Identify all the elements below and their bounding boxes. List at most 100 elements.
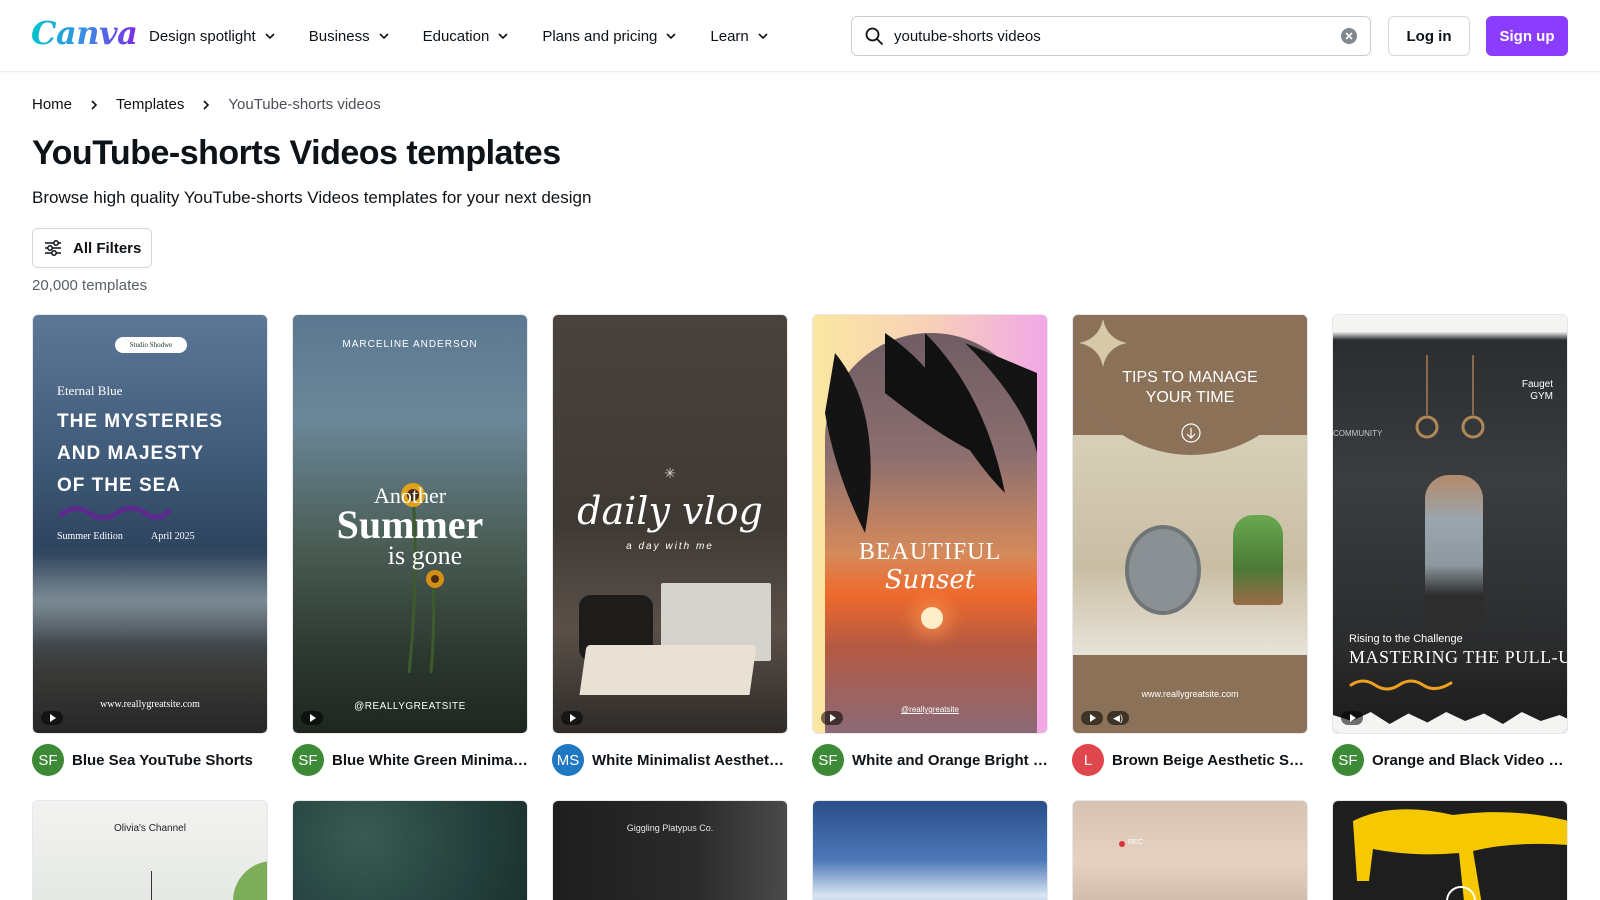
athlete-figure (1425, 475, 1483, 625)
template-thumbnail[interactable]: REC (1072, 800, 1308, 900)
template-card[interactable]: Giggling Platypus Co. (552, 800, 788, 900)
template-card[interactable]: Olivia's Channel (32, 800, 268, 900)
nav-plans-pricing[interactable]: Plans and pricing (542, 28, 677, 45)
card-meta: SF Blue Sea YouTube Shorts (32, 744, 268, 776)
search-bar (851, 16, 1371, 56)
volume-icon: ◀) (1107, 711, 1129, 725)
breadcrumb-templates[interactable]: Templates (116, 96, 184, 113)
template-card[interactable]: BEAUTIFUL Sunset @reallygreatsite SF Whi… (812, 314, 1048, 776)
rec-label: REC (1128, 839, 1143, 846)
date: April 2025 (151, 531, 195, 542)
template-card[interactable]: MARCELINE ANDERSON Another Summer is gon… (292, 314, 528, 776)
card-title[interactable]: White and Orange Bright aesthetic Sunset (852, 752, 1048, 769)
template-thumbnail[interactable]: BEAUTIFUL Sunset @reallygreatsite (812, 314, 1048, 734)
chevron-down-icon (666, 33, 676, 40)
gym-rings-illustration (1415, 355, 1485, 439)
card-meta: SF Blue White Green Minimalist Aesthetic (292, 744, 528, 776)
template-thumbnail[interactable]: Giggling Platypus Co. (552, 800, 788, 900)
template-thumbnail[interactable]: Olivia's Channel (32, 800, 268, 900)
avatar[interactable]: SF (1332, 744, 1364, 776)
star-shape (1079, 319, 1127, 367)
search-icon (865, 27, 883, 45)
chevron-down-icon (379, 33, 389, 40)
template-thumbnail[interactable] (292, 800, 528, 900)
template-thumbnail[interactable]: Studio Shodwe Eternal Blue THE MYSTERIES… (32, 314, 268, 734)
avatar[interactable]: SF (812, 744, 844, 776)
template-card[interactable] (812, 800, 1048, 900)
template-thumbnail[interactable]: Fauget GYM COMMUNITY Rising to the Chall… (1332, 314, 1568, 734)
card-meta: SF Orange and Black Video Centered Gym (1332, 744, 1568, 776)
site-url: www.reallygreatsite.com (1141, 689, 1239, 699)
wave-decoration (1349, 679, 1453, 691)
plant-illustration (1233, 515, 1283, 605)
nav-education[interactable]: Education (423, 28, 510, 45)
signup-button[interactable]: Sign up (1486, 16, 1568, 56)
search-input[interactable] (894, 27, 1340, 45)
play-icon (301, 711, 323, 725)
avatar[interactable]: MS (552, 744, 584, 776)
template-card[interactable]: Fauget GYM COMMUNITY Rising to the Chall… (1332, 314, 1568, 776)
avatar[interactable]: SF (32, 744, 64, 776)
company-name: Giggling Platypus Co. (626, 823, 714, 833)
canva-logo[interactable]: Canva (31, 14, 138, 52)
leaf-illustration (233, 861, 267, 900)
template-thumbnail[interactable]: MARCELINE ANDERSON Another Summer is gon… (292, 314, 528, 734)
avatar[interactable]: SF (292, 744, 324, 776)
title-daily-vlog: daily vlog (577, 489, 763, 533)
template-thumbnail[interactable]: ✳ daily vlog a day with me (552, 314, 788, 734)
template-thumbnail[interactable] (812, 800, 1048, 900)
template-card[interactable]: REC (1072, 800, 1308, 900)
nav-design-spotlight[interactable]: Design spotlight (149, 28, 276, 45)
all-filters-label: All Filters (73, 239, 142, 257)
card-meta: MS White Minimalist Aesthetic Daily Vlog (552, 744, 788, 776)
subtitle-day: a day with me (626, 541, 714, 552)
card-title[interactable]: Orange and Black Video Centered Gym (1372, 752, 1568, 769)
template-card[interactable]: TIPS TO MANAGE YOUR TIME www.reallygreat… (1072, 314, 1308, 776)
stem-line (151, 871, 152, 900)
headline-line3: OF THE SEA (57, 475, 182, 496)
nav-learn[interactable]: Learn (710, 28, 768, 45)
rec-dot-icon (1119, 841, 1125, 847)
all-filters-button[interactable]: All Filters (32, 228, 152, 268)
kicker: Eternal Blue (57, 383, 123, 398)
template-count: 20,000 templates (32, 277, 148, 294)
handle: @REALLYGREATSITE (354, 701, 466, 712)
title-sunset: Sunset (884, 565, 976, 595)
edition: Summer Edition (57, 531, 123, 542)
card-title[interactable]: White Minimalist Aesthetic Daily Vlog (592, 752, 788, 769)
card-title[interactable]: Blue White Green Minimalist Aesthetic (332, 752, 528, 769)
template-card[interactable]: Studio Shodwe Eternal Blue THE MYSTERIES… (32, 314, 268, 776)
mastering-text: MASTERING THE PULL-UP (1349, 647, 1568, 667)
book-illustration (579, 645, 757, 695)
play-icon (561, 711, 583, 725)
community-sign: COMMUNITY (1333, 429, 1383, 438)
template-card[interactable] (1332, 800, 1568, 900)
alarm-clock-illustration (1125, 525, 1201, 615)
sparkle-icon: ✳ (664, 465, 676, 481)
card-meta: L Brown Beige Aesthetic Simple Tips (1072, 744, 1308, 776)
clear-search-icon[interactable] (1340, 27, 1358, 45)
breadcrumb-home[interactable]: Home (32, 96, 72, 113)
gym-name-line2: GYM (1530, 391, 1553, 402)
page-title: YouTube-shorts Videos templates (32, 134, 561, 172)
card-title[interactable]: Brown Beige Aesthetic Simple Tips (1112, 752, 1308, 769)
template-thumbnail[interactable] (1332, 800, 1568, 900)
page-subtitle: Browse high quality YouTube-shorts Video… (32, 188, 592, 207)
yellow-paint-splash (1353, 809, 1567, 900)
sliders-icon (45, 240, 61, 256)
torn-paper-edge (1333, 712, 1567, 733)
author-name: MARCELINE ANDERSON (342, 339, 478, 350)
nav-label: Business (308, 27, 370, 45)
play-icon (821, 711, 843, 725)
template-card[interactable]: ✳ daily vlog a day with me MS White Mini… (552, 314, 788, 776)
template-thumbnail[interactable]: TIPS TO MANAGE YOUR TIME www.reallygreat… (1072, 314, 1308, 734)
card-title[interactable]: Blue Sea YouTube Shorts (72, 752, 268, 769)
title-beautiful: BEAUTIFUL (858, 539, 1002, 565)
nav-business[interactable]: Business (309, 28, 390, 45)
card-meta: SF White and Orange Bright aesthetic Sun… (812, 744, 1048, 776)
avatar[interactable]: L (1072, 744, 1104, 776)
breadcrumb: Home Templates YouTube-shorts videos (32, 96, 381, 113)
nav-label: Design spotlight (149, 27, 256, 45)
template-card[interactable] (292, 800, 528, 900)
login-button[interactable]: Log in (1388, 16, 1470, 56)
